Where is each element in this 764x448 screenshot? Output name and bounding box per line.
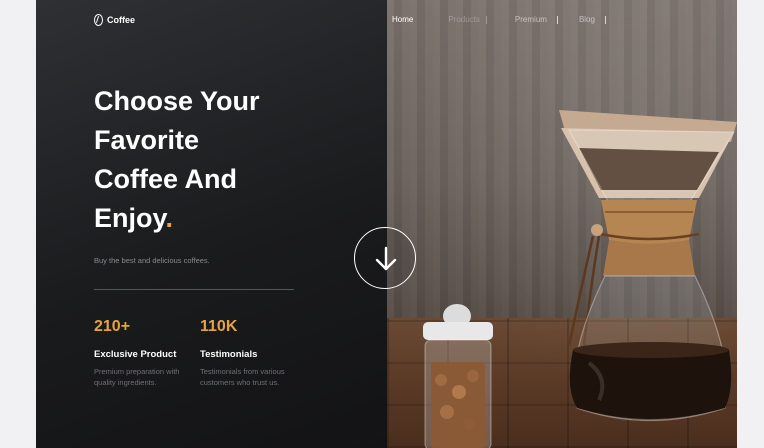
stat-title: Testimonials bbox=[200, 349, 258, 360]
headline-line: Coffee And bbox=[94, 164, 237, 194]
nav-products[interactable]: Products bbox=[448, 15, 480, 24]
hero-subtitle: Buy the best and delicious coffees. bbox=[94, 256, 210, 265]
brand-name: Coffee bbox=[107, 15, 136, 25]
stat-exclusive-product: 210+ Exclusive Product Premium preparati… bbox=[94, 318, 199, 388]
stat-title: Exclusive Product bbox=[94, 349, 177, 360]
nav-home[interactable]: Home bbox=[392, 15, 413, 24]
hero-image bbox=[387, 0, 737, 448]
chemex-illustration bbox=[559, 110, 737, 422]
brand-logo[interactable]: Coffee bbox=[94, 14, 135, 26]
nav-blog[interactable]: Blog bbox=[579, 15, 595, 24]
hero-headline: Choose Your Favorite Coffee And Enjoy. bbox=[94, 82, 334, 238]
stat-description: Premium preparation with quality ingredi… bbox=[94, 367, 180, 387]
headline-line: Choose Your bbox=[94, 86, 260, 116]
headline-line: Enjoy bbox=[94, 203, 166, 233]
nav-separator bbox=[556, 16, 558, 24]
stat-testimonials: 110K Testimonials Testimonials from vari… bbox=[200, 318, 305, 388]
arrow-down-icon bbox=[375, 246, 397, 271]
nav-separator bbox=[485, 16, 487, 24]
stat-value: 210+ bbox=[94, 318, 131, 335]
coffee-jar-illustration bbox=[423, 304, 493, 448]
headline-accent-dot: . bbox=[165, 203, 174, 233]
coffee-bean-icon bbox=[94, 14, 103, 26]
nav-premium[interactable]: Premium bbox=[515, 15, 547, 24]
nav-separator bbox=[604, 16, 606, 24]
main-nav: Home Products Premium Blog bbox=[392, 15, 606, 24]
stat-value: 110K bbox=[200, 318, 238, 335]
divider bbox=[94, 289, 294, 290]
stat-description: Testimonials from various customers who … bbox=[200, 367, 285, 387]
headline-last-line: Enjoy. bbox=[94, 199, 334, 238]
scroll-down-button[interactable] bbox=[354, 227, 416, 289]
headline-line: Favorite bbox=[94, 125, 200, 155]
